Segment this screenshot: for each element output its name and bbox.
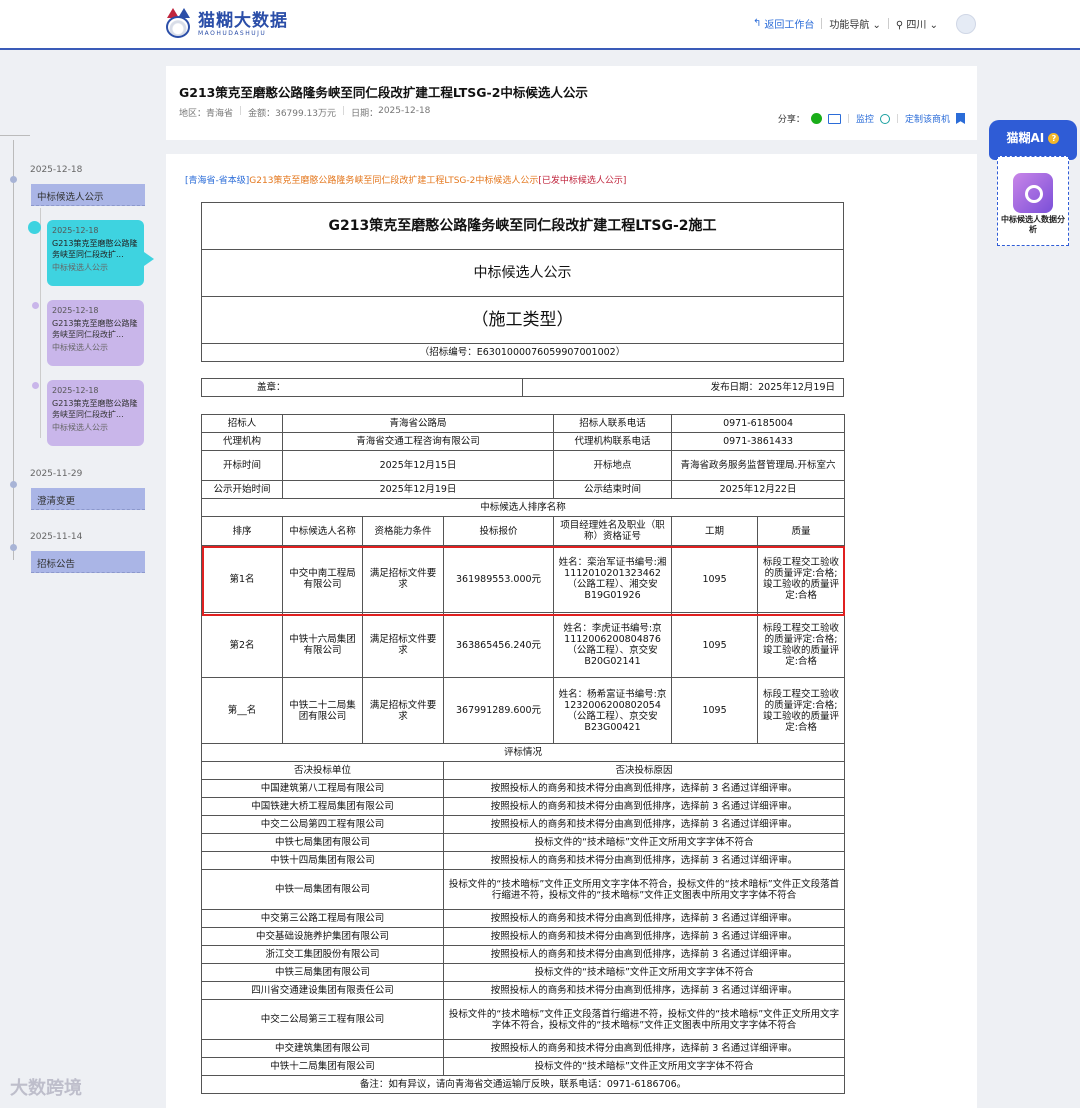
date-value: 2025-12-18	[378, 106, 431, 116]
timeline-tag-candidate[interactable]: 中标候选人公示	[31, 184, 145, 206]
tenderer-phone: 0971-6185004	[671, 414, 846, 433]
table-row: 第__名 中铁二十二局集团有限公司 满足招标文件要求 367991289.600…	[201, 677, 846, 744]
timeline-dot	[32, 382, 39, 389]
table-row: 浙江交工集团股份有限公司 按照投标人的商务和技术得分由高到低排序，选择前 3 名通…	[201, 945, 846, 964]
notice-header-card: G213策克至磨憨公路隆务峡至同仁段改扩建工程LTSG-2中标候选人公示 地区：…	[166, 66, 977, 140]
notice-document: [青海省-省本级]G213策克至磨憨公路隆务峡至同仁段改扩建工程LTSG-2中标…	[166, 154, 977, 1108]
seal-label: 盖章：	[201, 378, 523, 397]
agent-phone: 0971-3861433	[671, 432, 846, 451]
table-row: 中交基础设施养护集团有限公司 按照投标人的商务和技术得分由高到低排序，选择前 3 …	[201, 927, 846, 946]
brand-logo[interactable]: 猫糊大数据 MAOHUDASHUJU	[164, 6, 288, 42]
tender-code: （招标编号：E6301000076059907001002）	[201, 343, 844, 362]
ai-widget[interactable]: 猫糊AI ? 中标候选人数据分析	[989, 120, 1077, 248]
ai-widget-header[interactable]: 猫糊AI ?	[989, 120, 1077, 160]
pc-share-icon[interactable]	[827, 113, 841, 124]
timeline-item[interactable]: 2025-12-18 G213策克至磨憨公路隆务峡至同仁段改扩... 中标候选人…	[47, 380, 144, 446]
table-row: 第2名 中铁十六局集团有限公司 满足招标文件要求 363865456.240元 …	[201, 612, 846, 678]
source-title[interactable]: G213策克至磨憨公路隆务峡至同仁段改扩建工程LTSG-2中标候选人公示	[249, 176, 538, 186]
seal-row: 盖章： 发布日期：2025年12月19日	[201, 378, 844, 397]
publicity-start: 2025年12月19日	[281, 480, 555, 499]
source-line: [青海省-省本级]G213策克至磨憨公路隆务峡至同仁段改扩建工程LTSG-2中标…	[185, 173, 626, 186]
table-row: 中铁十四局集团有限公司 按照投标人的商务和技术得分由高到低排序，选择前 3 名通过…	[201, 851, 846, 870]
table-row: 中国铁建大桥工程局集团有限公司 按照投标人的商务和技术得分由高到低排序，选择前 3…	[201, 797, 846, 816]
timeline-dot	[10, 544, 17, 551]
monitor-button[interactable]: 监控	[856, 112, 874, 125]
monitor-icon[interactable]	[879, 113, 890, 124]
table-row: 第1名 中交中南工程局有限公司 满足招标文件要求 361989553.000元 …	[201, 545, 846, 613]
watermark: 大数跨境	[10, 1078, 82, 1099]
doc-type: （施工类型）	[201, 296, 844, 344]
amount-value: 36799.13万元	[275, 109, 337, 119]
timeline-date: 2025-11-29	[30, 469, 83, 479]
table-row: 中交二公局第四工程有限公司 按照投标人的商务和技术得分由高到低排序，选择前 3 名…	[201, 815, 846, 834]
timeline-date: 2025-12-18	[30, 165, 83, 175]
user-avatar[interactable]	[956, 14, 976, 34]
timeline-dot	[10, 176, 17, 183]
open-place: 青海省政务服务监督管理局.开标室六	[671, 450, 846, 481]
timeline-tag-clarification[interactable]: 澄清变更	[31, 488, 145, 510]
timeline-item[interactable]: 2025-12-18 G213策克至磨憨公路隆务峡至同仁段改扩... 中标候选人…	[47, 300, 144, 366]
timeline-date: 2025-11-14	[30, 532, 83, 542]
timeline-dot	[10, 481, 17, 488]
brand-name-en: MAOHUDASHUJU	[198, 29, 267, 37]
notice-meta: 地区： 青海省 | 金额： 36799.13万元 | 日期： 2025-12-18	[179, 106, 431, 119]
review-section-title: 评标情况	[200, 743, 846, 762]
source-status: [已发中标候选人公示]	[538, 176, 627, 186]
open-time: 2025年12月15日	[281, 450, 555, 481]
subscribe-opportunity-button[interactable]: 定制该商机	[905, 112, 950, 125]
timeline-tag-tender[interactable]: 招标公告	[31, 551, 145, 573]
table-row: 中铁七局集团有限公司 投标文件的“技术暗标”文件正文所用文字字体不符合	[201, 833, 846, 852]
table-row: 中交第三公路工程局有限公司 按照投标人的商务和技术得分由高到低排序，选择前 3 名…	[201, 909, 846, 928]
chevron-down-icon: ⌄	[872, 20, 881, 31]
action-bar: 分享： | 监控 | 定制该商机	[778, 112, 965, 125]
candidate-table: 招标人 青海省公路局 招标人联系电话 0971-6185004 代理机构 青海省…	[200, 414, 846, 1094]
doc-subheading: 中标候选人公示	[201, 249, 844, 297]
wechat-share-icon[interactable]	[810, 113, 822, 124]
back-arrow-icon: ↰	[752, 18, 762, 29]
timeline-active-dot	[28, 221, 41, 234]
rank-section-title: 中标候选人排序名称	[200, 498, 846, 517]
bookmark-icon[interactable]	[956, 113, 965, 124]
region-selector[interactable]: ⚲ 四川 ⌄	[896, 16, 938, 31]
timeline-dot	[32, 302, 39, 309]
help-icon[interactable]: ?	[1048, 133, 1060, 144]
notice-timeline: 2025-12-18 中标候选人公示 2025-12-18 G213策克至磨憨公…	[0, 130, 160, 590]
location-pin-icon: ⚲	[895, 20, 904, 31]
table-row: 四川省交通建设集团有限责任公司 按照投标人的商务和技术得分由高到低排序，选择前 3…	[201, 981, 846, 1000]
timeline-item-active[interactable]: 2025-12-18 G213策克至磨憨公路隆务峡至同仁段改扩... 中标候选人…	[47, 220, 154, 286]
doc-title-table: G213策克至磨憨公路隆务峡至同仁段改扩建工程LTSG-2施工 中标候选人公示 …	[201, 202, 844, 362]
top-nav-bar: 猫糊大数据 MAOHUDASHUJU ↰ 返回工作台 功能导航 ⌄ ⚲ 四川 ⌄	[0, 0, 1080, 50]
source-region[interactable]: [青海省-省本级]	[185, 176, 249, 186]
region-value: 青海省	[206, 109, 234, 119]
target-analysis-icon	[1013, 173, 1053, 213]
chevron-down-icon: ⌄	[929, 20, 938, 31]
ai-candidate-analysis-button[interactable]: 中标候选人数据分析	[997, 156, 1069, 246]
table-row: 中交二公局第三工程有限公司 投标文件的“技术暗标”文件正文段落首行缩进不符，投标文…	[201, 999, 846, 1040]
agent: 青海省交通工程咨询有限公司	[281, 432, 555, 451]
publicity-end: 2025年12月22日	[671, 480, 846, 499]
table-row: 中国建筑第八工程局有限公司 按照投标人的商务和技术得分由高到低排序，选择前 3 名…	[201, 779, 846, 798]
table-row: 中铁一局集团有限公司 投标文件的“技术暗标”文件正文所用文字字体不符合，投标文件的…	[201, 869, 846, 910]
brand-name: 猫糊大数据	[198, 10, 288, 31]
doc-heading: G213策克至磨憨公路隆务峡至同仁段改扩建工程LTSG-2施工	[201, 202, 844, 250]
publish-date: 发布日期：2025年12月19日	[522, 378, 844, 397]
remark: 备注：如有异议，请向青海省交通运输厅反映，联系电话：0971-6186706。	[200, 1075, 846, 1094]
back-to-workbench-link[interactable]: ↰ 返回工作台	[753, 16, 814, 31]
table-row: 中铁三局集团有限公司 投标文件的“技术暗标”文件正文所用文字字体不符合	[201, 963, 846, 982]
function-nav-menu[interactable]: 功能导航 ⌄	[829, 16, 881, 31]
table-row: 中铁十二局集团有限公司 投标文件的“技术暗标”文件正文所用文字字体不符合	[201, 1057, 846, 1076]
cat-logo-icon	[164, 6, 192, 42]
page-title: G213策克至磨憨公路隆务峡至同仁段改扩建工程LTSG-2中标候选人公示	[179, 85, 588, 100]
table-row: 中交建筑集团有限公司 按照投标人的商务和技术得分由高到低排序，选择前 3 名通过详…	[201, 1039, 846, 1058]
tenderer: 青海省公路局	[281, 414, 555, 433]
